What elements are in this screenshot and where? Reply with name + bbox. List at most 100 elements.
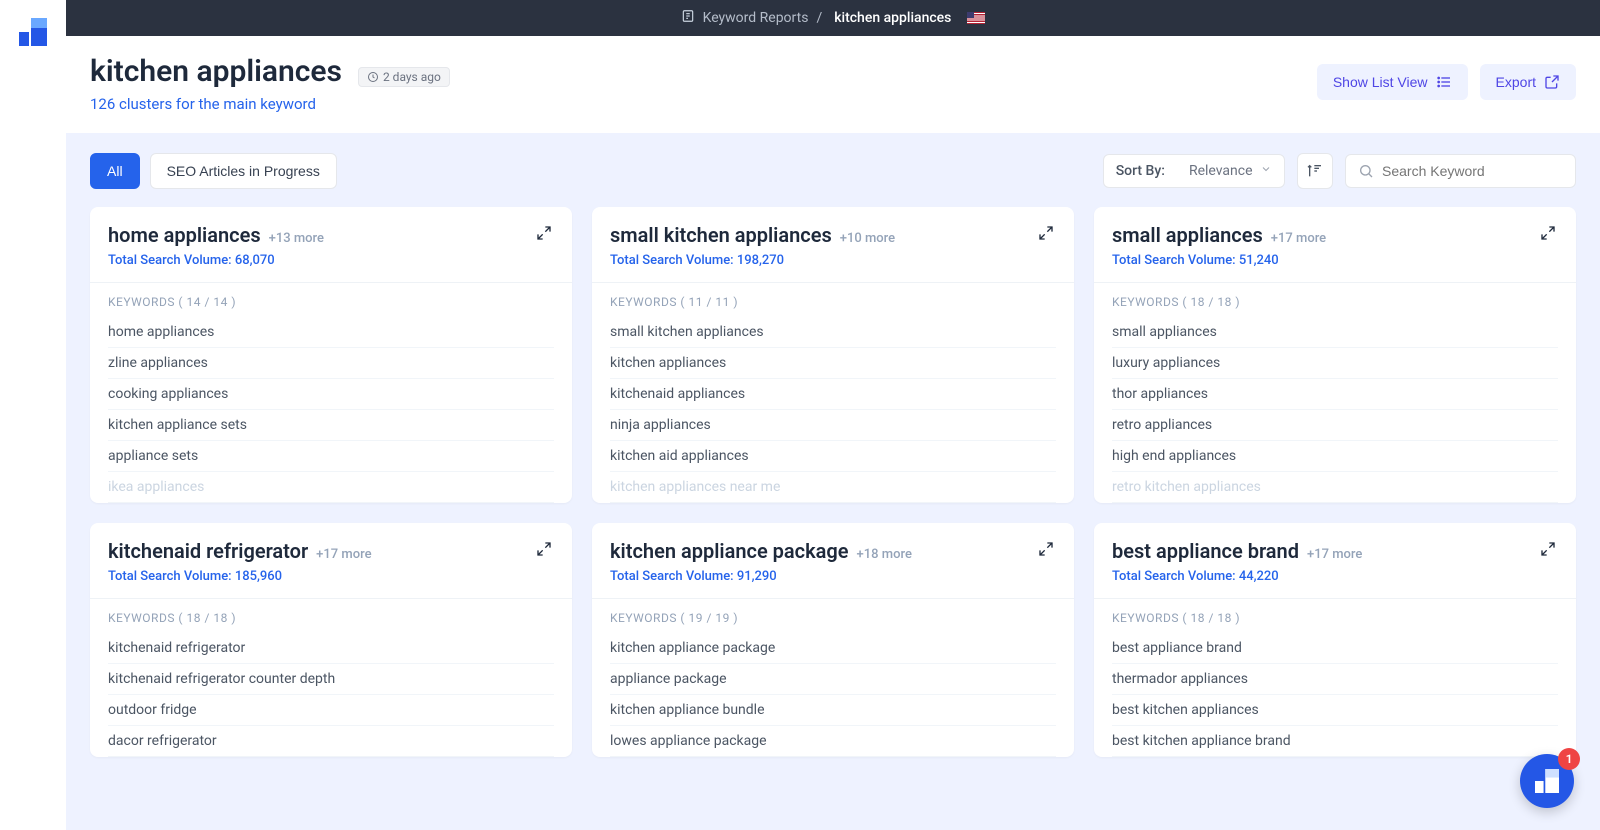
search-input[interactable]: [1382, 163, 1563, 179]
keyword-item[interactable]: best kitchen appliances: [1112, 695, 1558, 726]
card-title: best appliance brand: [1112, 539, 1299, 563]
expand-button[interactable]: [1036, 539, 1056, 563]
tab-seo-progress[interactable]: SEO Articles in Progress: [150, 153, 337, 189]
expand-icon: [1540, 541, 1556, 557]
keywords-count: KEYWORDS ( 19 / 19 ): [610, 611, 1056, 625]
keywords-count: KEYWORDS ( 18 / 18 ): [108, 611, 554, 625]
keywords-count: KEYWORDS ( 18 / 18 ): [1112, 295, 1558, 309]
keyword-item[interactable]: retro appliances: [1112, 410, 1558, 441]
keyword-item[interactable]: small kitchen appliances: [610, 317, 1056, 348]
content-area: All SEO Articles in Progress Sort By: Re…: [66, 133, 1600, 830]
cluster-card: home appliances +13 more Total Search Vo…: [90, 207, 572, 503]
app-logo-icon: [19, 18, 47, 46]
keyword-item[interactable]: kitchen appliances near me: [610, 472, 1056, 503]
search-volume: Total Search Volume: 44,220: [1112, 569, 1362, 584]
keyword-item[interactable]: kitchenaid refrigerator counter depth: [108, 664, 554, 695]
more-count: +13 more: [269, 231, 324, 246]
search-volume: Total Search Volume: 91,290: [610, 569, 912, 584]
keyword-item[interactable]: appliance package: [610, 664, 1056, 695]
more-count: +17 more: [1307, 547, 1362, 562]
keyword-item[interactable]: home appliances: [108, 317, 554, 348]
page-header: kitchen appliances 2 days ago 126 cluste…: [66, 36, 1600, 133]
breadcrumb-current: kitchen appliances: [834, 10, 951, 26]
sort-control[interactable]: Sort By: Relevance: [1103, 154, 1285, 188]
clusters-count: 126 clusters for the main keyword: [90, 95, 450, 113]
breadcrumb: Keyword Reports / kitchen appliances: [66, 0, 1600, 36]
expand-icon: [1540, 225, 1556, 241]
keyword-item[interactable]: ikea appliances: [108, 472, 554, 503]
expand-button[interactable]: [534, 223, 554, 247]
keyword-item[interactable]: small appliances: [1112, 317, 1558, 348]
cluster-card: small appliances +17 more Total Search V…: [1094, 207, 1576, 503]
more-count: +17 more: [1271, 231, 1326, 246]
card-title: small kitchen appliances: [610, 223, 832, 247]
expand-button[interactable]: [1538, 539, 1558, 563]
breadcrumb-section[interactable]: Keyword Reports: [703, 10, 809, 26]
us-flag-icon: [967, 12, 985, 24]
keyword-item[interactable]: kitchen appliance bundle: [610, 695, 1056, 726]
time-ago-badge: 2 days ago: [358, 67, 450, 87]
keyword-item[interactable]: high end appliances: [1112, 441, 1558, 472]
chevron-down-icon: [1260, 163, 1272, 179]
app-logo-icon: [1535, 769, 1559, 793]
keyword-item[interactable]: kitchenaid appliances: [610, 379, 1056, 410]
export-button[interactable]: Export: [1480, 64, 1576, 100]
cluster-card: kitchenaid refrigerator +17 more Total S…: [90, 523, 572, 757]
keywords-count: KEYWORDS ( 14 / 14 ): [108, 295, 554, 309]
show-list-view-button[interactable]: Show List View: [1317, 64, 1468, 100]
sidebar-logo[interactable]: [0, 0, 66, 830]
keyword-item[interactable]: kitchen appliance sets: [108, 410, 554, 441]
report-icon: [681, 9, 695, 27]
keyword-item[interactable]: dacor refrigerator: [108, 726, 554, 757]
sort-by-label: Sort By:: [1116, 163, 1165, 179]
keyword-item[interactable]: ninja appliances: [610, 410, 1056, 441]
keyword-item[interactable]: kitchen appliances: [610, 348, 1056, 379]
more-count: +17 more: [316, 547, 371, 562]
sort-icon: [1307, 163, 1323, 179]
expand-button[interactable]: [1036, 223, 1056, 247]
keywords-count: KEYWORDS ( 11 / 11 ): [610, 295, 1056, 309]
sort-direction-button[interactable]: [1297, 153, 1333, 189]
card-title: small appliances: [1112, 223, 1263, 247]
keywords-count: KEYWORDS ( 18 / 18 ): [1112, 611, 1558, 625]
card-title: home appliances: [108, 223, 261, 247]
list-icon: [1436, 74, 1452, 90]
keyword-item[interactable]: outdoor fridge: [108, 695, 554, 726]
expand-button[interactable]: [534, 539, 554, 563]
search-icon: [1358, 163, 1374, 179]
keyword-item[interactable]: appliance sets: [108, 441, 554, 472]
keyword-item[interactable]: kitchen aid appliances: [610, 441, 1056, 472]
search-box[interactable]: [1345, 154, 1576, 188]
keyword-item[interactable]: kitchen appliance package: [610, 633, 1056, 664]
keyword-item[interactable]: retro kitchen appliances: [1112, 472, 1558, 503]
card-title: kitchen appliance package: [610, 539, 849, 563]
keyword-item[interactable]: kitchenaid refrigerator: [108, 633, 554, 664]
card-title: kitchenaid refrigerator: [108, 539, 308, 563]
sort-value: Relevance: [1189, 163, 1253, 179]
keyword-item[interactable]: best appliance brand: [1112, 633, 1558, 664]
cluster-card: kitchen appliance package +18 more Total…: [592, 523, 1074, 757]
keyword-item[interactable]: luxury appliances: [1112, 348, 1558, 379]
keyword-item[interactable]: thor appliances: [1112, 379, 1558, 410]
keyword-item[interactable]: zline appliances: [108, 348, 554, 379]
cluster-card: best appliance brand +17 more Total Sear…: [1094, 523, 1576, 757]
tab-all[interactable]: All: [90, 153, 140, 189]
help-fab[interactable]: 1: [1520, 754, 1574, 808]
expand-icon: [536, 541, 552, 557]
more-count: +18 more: [857, 547, 912, 562]
keyword-item[interactable]: thermador appliances: [1112, 664, 1558, 695]
export-icon: [1544, 74, 1560, 90]
clock-icon: [367, 71, 379, 83]
search-volume: Total Search Volume: 185,960: [108, 569, 372, 584]
keyword-item[interactable]: cooking appliances: [108, 379, 554, 410]
cluster-card: small kitchen appliances +10 more Total …: [592, 207, 1074, 503]
expand-button[interactable]: [1538, 223, 1558, 247]
search-volume: Total Search Volume: 51,240: [1112, 253, 1326, 268]
keyword-item[interactable]: best kitchen appliance brand: [1112, 726, 1558, 757]
page-title: kitchen appliances: [90, 54, 342, 89]
expand-icon: [1038, 541, 1054, 557]
keyword-item[interactable]: lowes appliance package: [610, 726, 1056, 757]
expand-icon: [536, 225, 552, 241]
more-count: +10 more: [840, 231, 895, 246]
notification-badge: 1: [1558, 748, 1580, 770]
